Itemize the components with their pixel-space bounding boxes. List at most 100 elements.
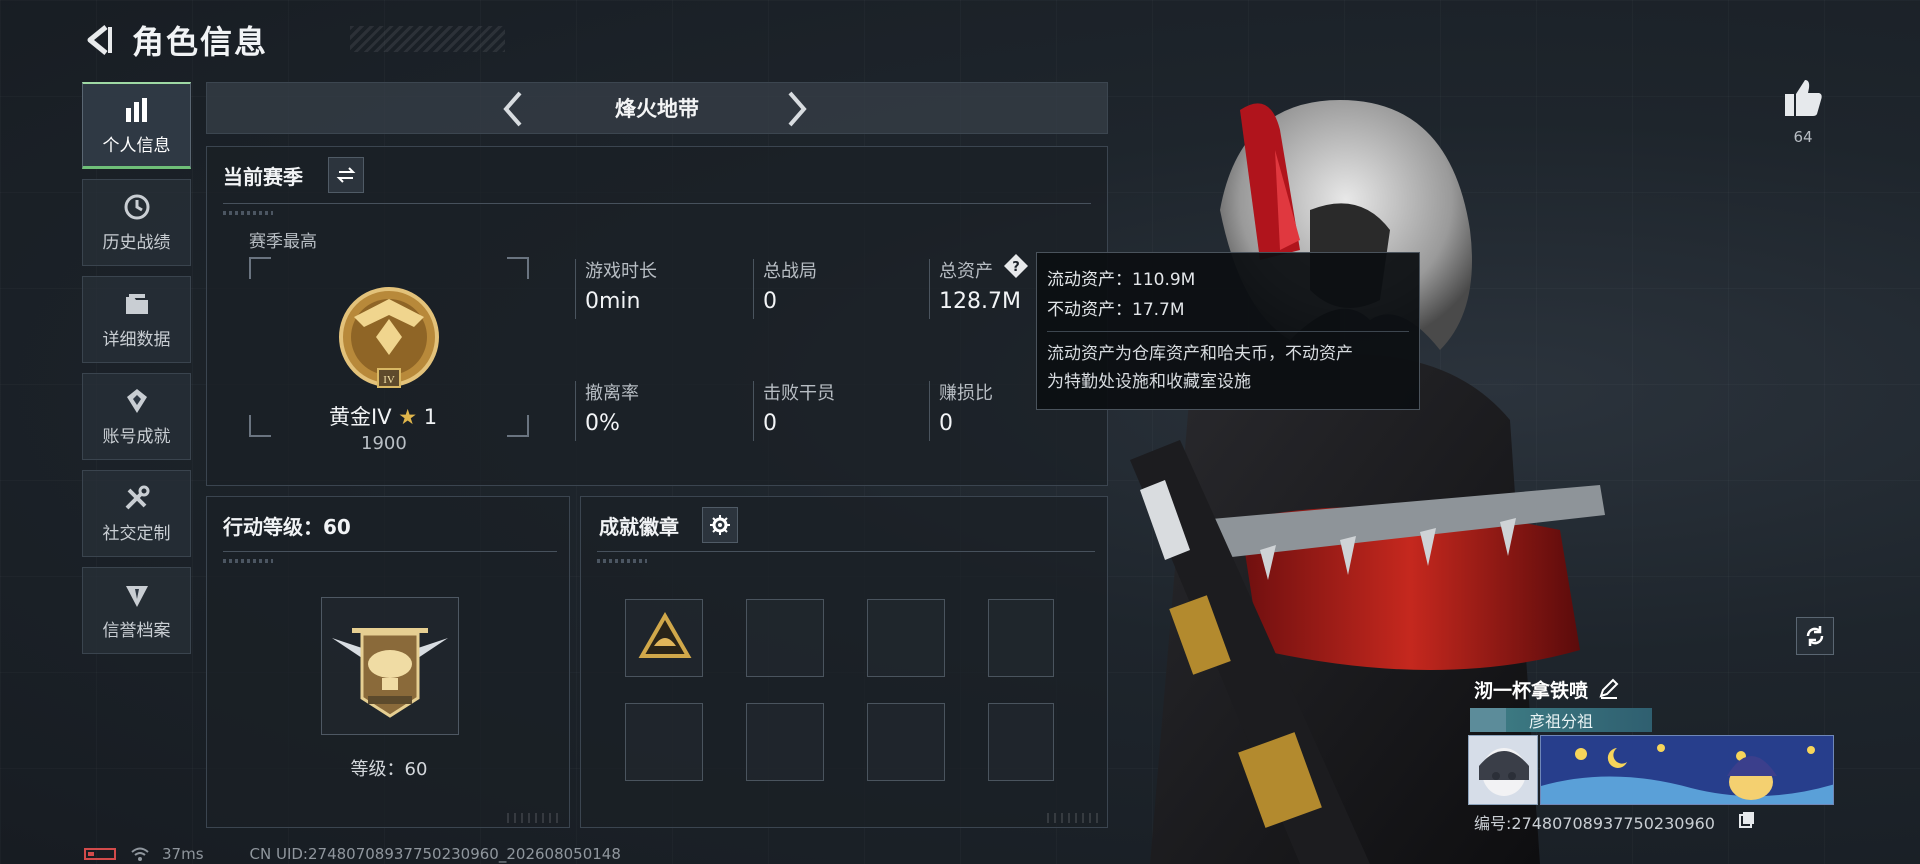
like-button[interactable] (1781, 76, 1825, 120)
level-emblem-frame (321, 597, 459, 735)
sidebar-item-personal-info[interactable]: 个人信息 (82, 82, 191, 169)
stat-value-total-matches: 0 (763, 289, 777, 314)
hatch-decoration (223, 559, 273, 563)
folder-icon (122, 289, 152, 319)
stat-label-profit-ratio: 赚损比 (939, 383, 993, 404)
stat-divider (575, 259, 576, 319)
hatch-decoration (597, 559, 647, 563)
mode-title: 烽火地带 (615, 97, 699, 121)
achievement-settings-button[interactable] (702, 507, 738, 543)
sidebar-item-account-achievements[interactable]: 账号成就 (82, 373, 191, 460)
rank-name: 黄金IV (329, 405, 392, 429)
title-decoration (350, 26, 505, 52)
tools-icon (122, 483, 152, 513)
profile-banner (1540, 735, 1834, 805)
avatar[interactable] (1468, 735, 1538, 805)
tooltip-liquid-assets: 流动资产：110.9M (1047, 270, 1196, 290)
rank-name-row: 黄金IV ★ 1 (329, 401, 437, 431)
assets-help-button[interactable]: ? (1003, 253, 1029, 279)
stat-value-kills: 0 (763, 411, 777, 436)
tooltip-fixed-assets: 不动资产：17.7M (1047, 300, 1185, 320)
switch-season-button[interactable] (328, 157, 364, 193)
achievement-slot[interactable] (625, 703, 703, 781)
bar-chart-icon (122, 95, 152, 125)
thumbs-up-icon (1785, 80, 1822, 116)
edit-name-button[interactable] (1598, 677, 1620, 699)
guild-emblem (1470, 708, 1506, 732)
stat-value-profit-ratio: 0 (939, 411, 953, 436)
tooltip-description-line1: 流动资产为仓库资产和哈夫币，不动资产 (1047, 344, 1353, 364)
achievement-slot[interactable] (625, 599, 703, 677)
achievements-divider (597, 551, 1095, 552)
action-level-divider (223, 551, 557, 552)
helicopter-emblem (332, 628, 448, 718)
svg-text:IV: IV (383, 374, 395, 386)
chevron-right-icon (788, 91, 807, 127)
action-level-panel: 行动等级：60 等级：60 (206, 496, 570, 828)
sidebar-item-label: 历史战绩 (102, 233, 171, 253)
sidebar-item-reputation[interactable]: 信誉档案 (82, 567, 191, 654)
stat-divider (575, 381, 576, 441)
back-arrow-icon (87, 25, 112, 55)
achievement-slot[interactable] (867, 599, 945, 677)
reputation-icon (122, 580, 152, 610)
achievements-panel: 成就徽章 (580, 496, 1108, 828)
sidebar-item-label: 账号成就 (102, 427, 171, 447)
sidebar-item-label: 信誉档案 (102, 621, 171, 641)
achievements-title: 成就徽章 (599, 515, 679, 539)
sidebar-item-match-history[interactable]: 历史战绩 (82, 179, 191, 266)
season-best-label: 赛季最高 (249, 232, 317, 252)
history-clock-icon (122, 192, 152, 222)
level-label: 等级：60 (350, 759, 428, 780)
refresh-icon (1806, 626, 1824, 646)
battery-icon (84, 848, 116, 860)
achievement-slot[interactable] (746, 599, 824, 677)
frame-corner (249, 257, 271, 279)
achievement-badge-icon (638, 611, 692, 658)
sidebar-item-detailed-data[interactable]: 详细数据 (82, 276, 191, 363)
stat-value-play-time: 0min (585, 289, 641, 314)
sidebar-item-label: 社交定制 (102, 524, 171, 544)
sidebar-item-label: 详细数据 (102, 330, 171, 350)
prev-mode-button[interactable] (493, 89, 533, 129)
ping-value: 37ms (162, 845, 204, 863)
page-title: 角色信息 (132, 23, 269, 61)
back-button[interactable] (80, 21, 118, 59)
achievement-slot[interactable] (746, 703, 824, 781)
rank-stars: 1 (423, 405, 438, 429)
next-mode-button[interactable] (777, 89, 817, 129)
like-count: 64 (1793, 128, 1813, 146)
action-level-title: 行动等级：60 (223, 515, 351, 539)
achievement-slot[interactable] (867, 703, 945, 781)
copy-icon (1739, 812, 1754, 828)
corner-decoration (507, 813, 563, 823)
gold-rank-badge: IV (339, 287, 439, 388)
copy-id-button[interactable] (1738, 810, 1756, 828)
gear-icon (710, 515, 730, 535)
sidebar-item-label: 个人信息 (102, 135, 171, 156)
achievement-slot[interactable] (988, 703, 1054, 781)
stat-divider (753, 381, 754, 441)
season-title: 当前赛季 (223, 165, 303, 189)
sidebar: 个人信息 历史战绩 详细数据 账号成就 社交定制 信誉档案 (82, 82, 191, 664)
achievement-slot[interactable] (988, 599, 1054, 677)
mode-switcher: 烽火地带 (206, 82, 1108, 134)
stat-label-play-time: 游戏时长 (585, 261, 657, 282)
stat-label-kills: 击败干员 (763, 383, 835, 404)
player-id: 编号:27480708937750230960 (1474, 814, 1715, 833)
player-name: 沏一杯拿铁喷 (1474, 680, 1589, 702)
season-panel: 当前赛季 赛季最高 IV 黄金IV ★ 1 1900 游戏时长 0min 总战局… (206, 146, 1108, 486)
sidebar-item-social-custom[interactable]: 社交定制 (82, 470, 191, 557)
refresh-model-button[interactable] (1796, 617, 1834, 655)
frame-corner (249, 415, 271, 437)
stat-divider (753, 259, 754, 319)
assets-tooltip: 流动资产：110.9M 不动资产：17.7M 流动资产为仓库资产和哈夫币，不动资… (1036, 252, 1420, 410)
stat-divider (929, 381, 930, 441)
stat-label-total-assets: 总资产 (939, 261, 993, 282)
wifi-icon (131, 847, 149, 861)
season-divider (223, 203, 1091, 204)
stat-value-extract-rate: 0% (585, 411, 620, 436)
stat-label-extract-rate: 撤离率 (585, 383, 639, 404)
svg-text:?: ? (1012, 260, 1020, 275)
guild-name: 彦祖分祖 (1528, 712, 1593, 731)
